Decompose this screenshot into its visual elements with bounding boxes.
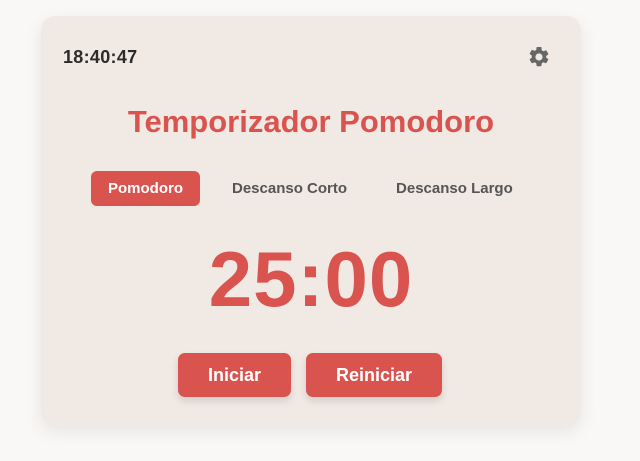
pomodoro-card: 18:40:47 Temporizador Pomodoro Pomodoro … <box>41 16 581 426</box>
tab-descanso-largo[interactable]: Descanso Largo <box>379 171 530 206</box>
reset-button[interactable]: Reiniciar <box>306 353 442 397</box>
timer-display: 25:00 <box>208 235 414 323</box>
page-title: Temporizador Pomodoro <box>127 104 495 139</box>
tab-pomodoro[interactable]: Pomodoro <box>91 171 200 206</box>
start-button[interactable]: Iniciar <box>178 353 291 397</box>
tab-descanso-corto[interactable]: Descanso Corto <box>215 171 364 206</box>
mode-tabs: Pomodoro Descanso Corto Descanso Largo <box>91 171 530 206</box>
current-time: 18:40:47 <box>63 47 138 67</box>
gear-icon[interactable] <box>527 45 551 69</box>
